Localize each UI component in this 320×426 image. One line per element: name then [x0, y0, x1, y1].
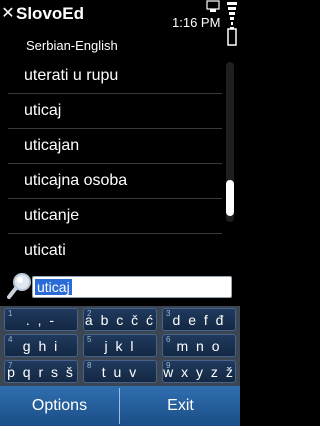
list-item-label: uticaj — [24, 102, 62, 119]
key-2[interactable]: 2 a b c č ć — [83, 308, 157, 331]
key-letters: g h i — [22, 338, 60, 354]
softkey-divider — [119, 388, 120, 424]
options-softkey[interactable]: Options — [0, 386, 119, 426]
key-letters: . , - — [25, 312, 57, 328]
key-1[interactable]: 1 . , - — [4, 308, 78, 331]
dictionary-name: Serbian-English — [26, 38, 118, 53]
list-item-label: uterati u rupu — [24, 67, 119, 84]
close-icon[interactable]: ✕ — [1, 6, 15, 22]
list-item[interactable]: uticanje — [0, 199, 222, 234]
network-icon — [206, 0, 220, 12]
key-letters: m n o — [176, 338, 222, 354]
list-item[interactable]: uterati u rupu — [0, 59, 222, 94]
list-item-label: uticanje — [24, 207, 80, 224]
search-icon — [7, 273, 31, 299]
key-5[interactable]: 5 j k l — [83, 334, 157, 357]
key-letters: d e f đ — [172, 312, 226, 328]
list-item[interactable]: uticajna osoba — [0, 164, 222, 199]
key-8[interactable]: 8 t u v — [83, 360, 157, 383]
on-screen-keypad: 1 . , - 2 a b c č ć 3 d e f đ 4 g h i 5 … — [0, 306, 240, 386]
key-letters: w x y z ž — [163, 364, 235, 380]
key-9[interactable]: 9 w x y z ž — [162, 360, 236, 383]
search-input-value: uticaj — [35, 279, 72, 295]
list-item-label: uticajna osoba — [24, 172, 128, 189]
battery-icon — [227, 27, 237, 46]
key-letters: p q r s š — [7, 364, 75, 380]
list-item[interactable]: uticaj — [0, 94, 222, 129]
key-7[interactable]: 7 p q r s š — [4, 360, 78, 383]
list-item[interactable]: uticati — [0, 234, 222, 269]
scrollbar-thumb[interactable] — [226, 180, 234, 216]
signal-strength-icon — [227, 2, 237, 25]
key-4[interactable]: 4 g h i — [4, 334, 78, 357]
clock: 1:16 PM — [172, 15, 221, 30]
list-item[interactable]: uticajan — [0, 129, 222, 164]
key-6[interactable]: 6 m n o — [162, 334, 236, 357]
key-letters: j k l — [104, 338, 136, 354]
key-letters: a b c č ć — [84, 312, 156, 328]
key-letters: t u v — [101, 364, 139, 380]
key-3[interactable]: 3 d e f đ — [162, 308, 236, 331]
app-title: SlovoEd — [16, 4, 85, 23]
list-item-label: uticajan — [24, 137, 80, 154]
list-item-label: uticati — [24, 242, 66, 259]
word-list: uterati u rupu uticaj uticajan uticajna … — [0, 59, 222, 270]
exit-softkey[interactable]: Exit — [121, 386, 240, 426]
